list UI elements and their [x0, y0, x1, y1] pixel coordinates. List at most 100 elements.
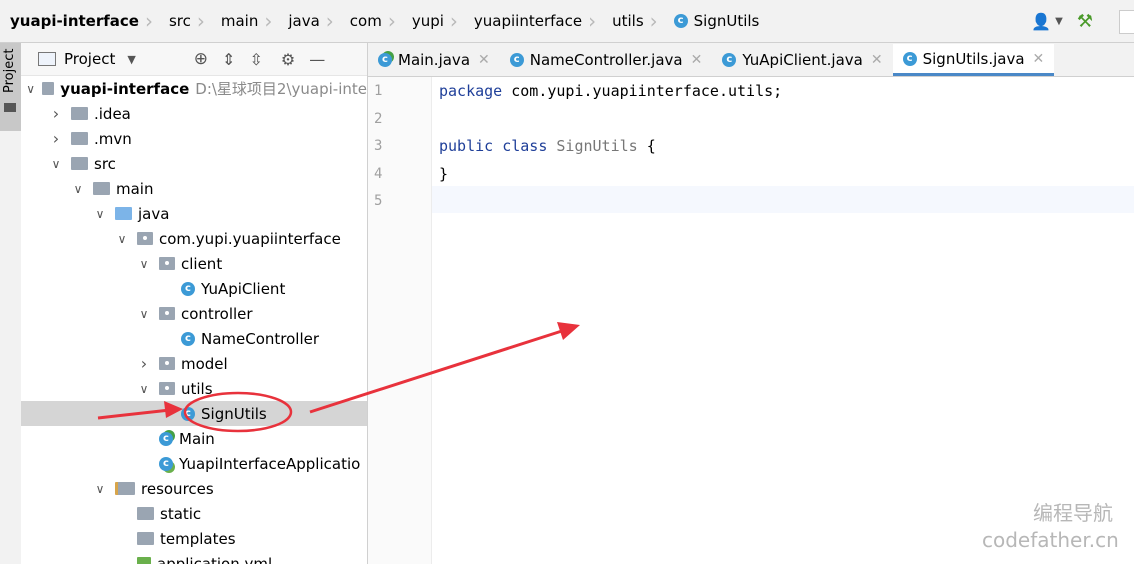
tree-item-label: model: [181, 354, 228, 373]
breadcrumb-label: utils: [612, 12, 644, 30]
tree-item-label: static: [160, 504, 202, 523]
spring-boot-class-icon: c: [159, 456, 173, 471]
editor-tab-label: Main.java: [398, 51, 471, 69]
code-line[interactable]: package com.yupi.yuapiinterface.utils;: [439, 82, 782, 100]
tree-item[interactable]: ∨ client: [21, 251, 367, 276]
tree-item[interactable]: ∨ resources: [21, 476, 367, 501]
code-editor[interactable]: package com.yupi.yuapiinterface.utils; pu…: [432, 77, 1134, 564]
gear-icon[interactable]: ⚙: [281, 50, 295, 69]
chevron-down-icon[interactable]: ∨: [25, 82, 35, 96]
breadcrumb-label: yuapi-interface: [10, 12, 139, 30]
tree-item[interactable]: c YuapiInterfaceApplicatio: [21, 451, 367, 476]
chevron-right-icon[interactable]: ›: [137, 354, 151, 373]
tree-item-label: NameController: [201, 329, 320, 348]
watermark-url: codefather.cn: [982, 528, 1119, 552]
code-line[interactable]: public class SignUtils {: [439, 137, 656, 155]
breadcrumb-item[interactable]: utils ›: [602, 0, 664, 42]
breadcrumb-item[interactable]: yuapiinterface ›: [464, 0, 602, 42]
expand-all-icon[interactable]: ⇕: [222, 50, 235, 69]
editor-tabs: c Main.java ✕ c NameController.java ✕ c YuApiCl…: [368, 43, 1134, 77]
tree-item[interactable]: c NameController: [21, 326, 367, 351]
close-icon[interactable]: ✕: [691, 52, 703, 68]
watermark-title: 编程导航: [1033, 501, 1113, 525]
chevron-down-icon[interactable]: ▼: [1055, 16, 1063, 27]
project-panel-header: Project ▼ ⊕ ⇕ ⇳ ⚙ —: [21, 43, 367, 76]
tree-item[interactable]: ∨ utils: [21, 376, 367, 401]
editor-tab[interactable]: c NameController.java ✕: [500, 44, 713, 76]
close-icon[interactable]: ✕: [1033, 51, 1045, 67]
chevron-down-icon[interactable]: ∨: [137, 257, 151, 271]
chevron-down-icon[interactable]: ∨: [93, 207, 107, 221]
package-icon: [159, 257, 175, 270]
breadcrumb-separator-icon: ›: [196, 9, 205, 33]
locate-icon[interactable]: ⊕: [194, 49, 208, 69]
breadcrumb-item[interactable]: src ›: [159, 0, 211, 42]
collapse-all-icon[interactable]: ⇳: [249, 50, 262, 69]
editor-tab-label: YuApiClient.java: [742, 51, 863, 69]
tree-item[interactable]: ∨ java: [21, 201, 367, 226]
project-tool-tab[interactable]: Project: [0, 43, 21, 131]
tree-item[interactable]: › .idea: [21, 101, 367, 126]
run-config-box[interactable]: [1119, 9, 1134, 34]
class-name: SignUtils: [547, 137, 638, 155]
line-number: 2: [374, 110, 383, 127]
tree-item[interactable]: c SignUtils: [21, 401, 367, 426]
breadcrumb-item[interactable]: c SignUtils: [664, 0, 766, 42]
chevron-down-icon[interactable]: ▼: [127, 53, 135, 66]
package-icon: [159, 357, 175, 370]
line-number: 5: [374, 193, 383, 209]
chevron-right-icon[interactable]: ›: [49, 104, 63, 123]
close-icon[interactable]: ✕: [871, 52, 883, 68]
chevron-down-icon[interactable]: ∨: [93, 482, 107, 496]
breadcrumb-item[interactable]: main ›: [211, 0, 278, 42]
chevron-right-icon[interactable]: ›: [49, 129, 63, 148]
breadcrumb-separator-icon: ›: [387, 9, 396, 33]
runnable-class-icon: c: [159, 431, 173, 446]
chevron-down-icon[interactable]: ∨: [137, 382, 151, 396]
tree-item[interactable]: templates: [21, 526, 367, 551]
breadcrumb-item[interactable]: java ›: [278, 0, 339, 42]
editor-tab[interactable]: c SignUtils.java ✕: [892, 44, 1055, 76]
tree-item[interactable]: › model: [21, 351, 367, 376]
tree-item[interactable]: static: [21, 501, 367, 526]
editor-tab[interactable]: c YuApiClient.java ✕: [712, 44, 892, 76]
source-folder-icon: [115, 207, 132, 220]
breadcrumb-separator-icon: ›: [649, 9, 658, 33]
tree-item[interactable]: ∨ controller: [21, 301, 367, 326]
breadcrumb-label: com: [349, 12, 382, 30]
breadcrumb-item[interactable]: yuapi-interface ›: [0, 0, 159, 42]
close-icon[interactable]: ✕: [478, 52, 490, 68]
folder-icon: [71, 132, 88, 145]
tree-item[interactable]: ∨ com.yupi.yuapiinterface: [21, 226, 367, 251]
tree-item[interactable]: application.yml: [21, 551, 367, 564]
tree-item[interactable]: › .mvn: [21, 126, 367, 151]
editor-tab-label: SignUtils.java: [922, 49, 1025, 68]
chevron-down-icon[interactable]: ∨: [137, 307, 151, 321]
chevron-down-icon[interactable]: ∨: [71, 182, 85, 196]
panel-title[interactable]: Project: [64, 50, 115, 68]
runnable-class-icon: c: [378, 53, 392, 67]
breadcrumb-label: java: [288, 12, 320, 30]
breadcrumb-item[interactable]: yupi ›: [402, 0, 464, 42]
class-icon: c: [673, 14, 688, 28]
tree-item[interactable]: ∨ src: [21, 151, 367, 176]
breadcrumb-item[interactable]: com ›: [340, 0, 402, 42]
tree-item[interactable]: ∨ yuapi-interface D:\星球项目2\yuapi-inte: [21, 76, 367, 101]
chevron-down-icon[interactable]: ∨: [49, 157, 63, 171]
module-folder-icon: [41, 82, 55, 95]
project-view-icon: [38, 52, 56, 66]
chevron-down-icon[interactable]: ∨: [115, 232, 129, 246]
tree-item-label: main: [116, 179, 154, 198]
minimize-icon[interactable]: —: [309, 50, 325, 69]
tree-item[interactable]: c YuApiClient: [21, 276, 367, 301]
tree-item[interactable]: c Main: [21, 426, 367, 451]
editor-tab[interactable]: c Main.java ✕: [368, 44, 500, 76]
code-text: {: [637, 137, 656, 155]
class-icon: c: [902, 51, 917, 66]
tree-item[interactable]: ∨ main: [21, 176, 367, 201]
breadcrumb-separator-icon: ›: [449, 9, 458, 33]
hammer-icon[interactable]: ⚒: [1077, 11, 1093, 32]
tree-item-label: resources: [141, 479, 214, 498]
user-icon[interactable]: 👤: [1031, 12, 1051, 31]
code-line[interactable]: }: [439, 165, 448, 183]
